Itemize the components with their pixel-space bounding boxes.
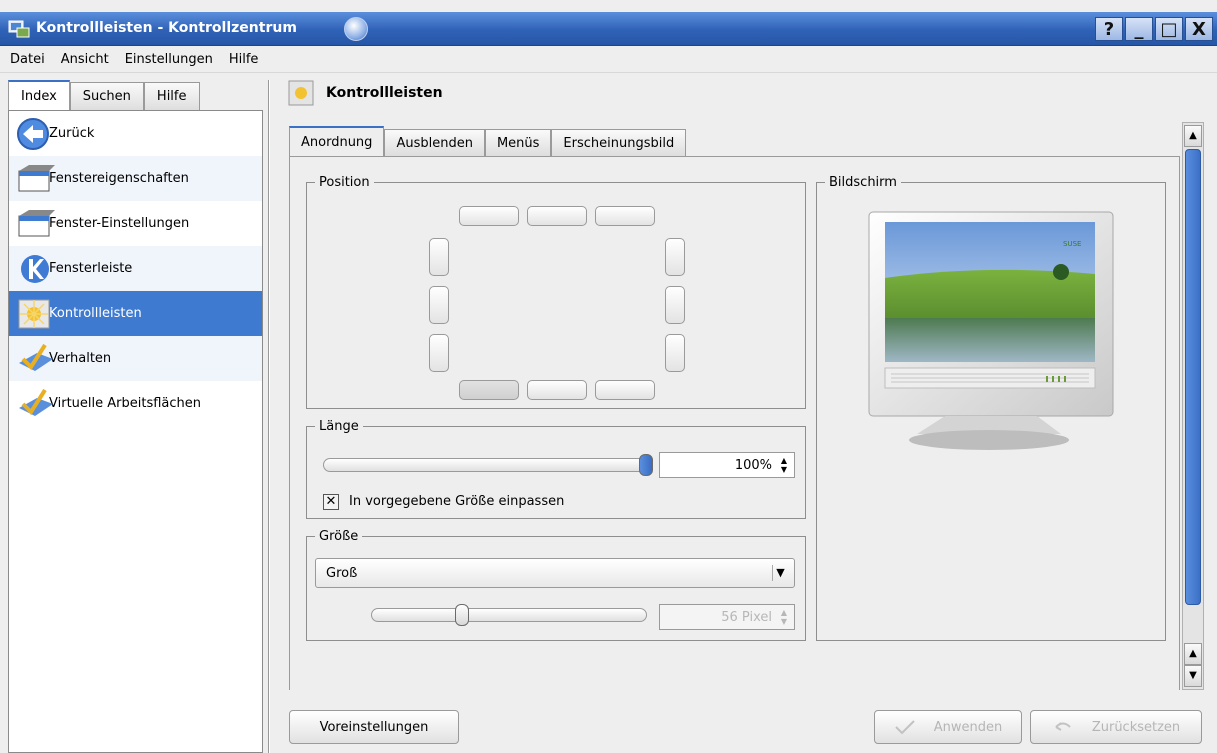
spin-arrows-icon: ▲ ▼ <box>780 608 788 626</box>
suse-logo-icon: SUSE <box>1063 240 1081 248</box>
list-item-label: Virtuelle Arbeitsflächen <box>49 396 202 411</box>
list-item-fenstereigenschaften[interactable]: Fenstereigenschaften <box>9 156 262 201</box>
groesse-legend: Größe <box>319 529 359 544</box>
zuruecksetzen-button[interactable]: Zurücksetzen <box>1030 710 1202 744</box>
anwenden-label: Anwenden <box>933 719 1003 735</box>
tab-index[interactable]: Index <box>8 80 70 110</box>
checkmark-icon <box>895 720 915 735</box>
position-legend: Position <box>319 175 370 190</box>
position-top-left[interactable] <box>459 206 519 226</box>
check-pencil-icon <box>19 343 53 371</box>
position-bottom-right[interactable] <box>595 380 655 400</box>
kde-logo-icon <box>21 254 49 283</box>
groesse-combobox[interactable]: Groß ▼ <box>315 558 795 588</box>
position-group: Position <box>306 175 806 409</box>
tab-suchen[interactable]: Suchen <box>69 82 144 110</box>
list-item-kontrollleisten[interactable]: Kontrollleisten <box>9 291 262 336</box>
back-arrow-icon <box>17 117 49 150</box>
menu-bar: Datei Ansicht Einstellungen Hilfe <box>0 47 1217 73</box>
panel-icon <box>288 80 314 106</box>
panel-splitter[interactable] <box>263 80 275 753</box>
list-item-verhalten[interactable]: Verhalten <box>9 336 262 381</box>
sticky-pin-icon[interactable] <box>344 17 368 41</box>
zuruecksetzen-label: Zurücksetzen <box>1091 719 1181 735</box>
control-center-icon <box>8 20 30 38</box>
module-list: Zurück Fenstereigenschaften Fenster-Eins… <box>8 110 263 753</box>
menu-hilfe[interactable]: Hilfe <box>229 52 259 67</box>
groesse-spinbox: 56 Pixel ▲ ▼ <box>659 604 795 630</box>
spin-arrows-icon[interactable]: ▲ ▼ <box>777 456 791 474</box>
tab-erscheinungsbild[interactable]: Erscheinungsbild <box>551 129 687 157</box>
monitor-preview: SUSE <box>868 211 1114 450</box>
chevron-down-icon: ▼ <box>772 565 788 581</box>
position-top-center[interactable] <box>527 206 587 226</box>
minimize-button[interactable]: _ <box>1125 17 1153 41</box>
tab-panel-anordnung: Position Länge 100% ▲ ▼ ✕ In vorgegebene … <box>289 156 1180 690</box>
page-header: Kontrollleisten <box>288 80 443 106</box>
list-item-zurueck[interactable]: Zurück <box>9 111 262 156</box>
help-button[interactable]: ? <box>1095 17 1123 41</box>
tab-anordnung[interactable]: Anordnung <box>289 126 385 157</box>
list-item-label: Verhalten <box>49 351 112 366</box>
window-title: Kontrollleisten - Kontrollzentrum <box>36 20 297 36</box>
left-tab-bar: Index Suchen Hilfe <box>8 80 200 110</box>
list-item-label: Fenster-Einstellungen <box>49 216 190 231</box>
laenge-spinbox[interactable]: 100% ▲ ▼ <box>659 452 795 478</box>
bildschirm-group: Bildschirm SUSE <box>816 175 1166 641</box>
settings-tab-bar: Anordnung Ausblenden Menüs Erscheinungsb… <box>289 126 687 157</box>
laenge-value: 100% <box>734 457 772 473</box>
maximize-button[interactable]: □ <box>1155 17 1183 41</box>
scrollbar-thumb[interactable] <box>1185 149 1201 605</box>
position-right-center[interactable] <box>665 286 685 324</box>
vertical-scrollbar[interactable]: ▲ ▲ ▼ <box>1182 122 1204 690</box>
window-titlebar[interactable]: Kontrollleisten - Kontrollzentrum ? _ □ … <box>0 12 1217 46</box>
undo-icon <box>1055 722 1071 731</box>
position-right-bottom[interactable] <box>665 334 685 372</box>
position-left-center[interactable] <box>429 286 449 324</box>
einpassen-checkbox[interactable]: ✕ <box>323 494 339 510</box>
list-item-label: Kontrollleisten <box>49 306 142 321</box>
position-left-bottom[interactable] <box>429 334 449 372</box>
list-item-label: Fensterleiste <box>49 261 133 276</box>
list-item-fensterleiste[interactable]: Fensterleiste <box>9 246 262 291</box>
check-pencil-icon <box>19 388 53 416</box>
voreinstellungen-label: Voreinstellungen <box>319 719 429 735</box>
position-right-top[interactable] <box>665 238 685 276</box>
menu-einstellungen[interactable]: Einstellungen <box>125 52 213 67</box>
scroll-up-icon[interactable]: ▲ <box>1184 125 1202 147</box>
scroll-up-icon[interactable]: ▲ <box>1184 643 1202 665</box>
laenge-slider-handle[interactable] <box>639 454 653 476</box>
voreinstellungen-button[interactable]: Voreinstellungen <box>289 710 459 744</box>
window-icon <box>18 209 55 236</box>
groesse-combo-value: Groß <box>326 565 358 581</box>
laenge-group: Länge 100% ▲ ▼ ✕ In vorgegebene Größe ein… <box>306 419 806 519</box>
einpassen-label[interactable]: In vorgegebene Größe einpassen <box>349 494 564 509</box>
tab-menues[interactable]: Menüs <box>484 129 552 157</box>
page-title: Kontrollleisten <box>326 85 443 101</box>
scroll-down-icon[interactable]: ▼ <box>1184 665 1202 687</box>
groesse-slider-handle[interactable] <box>454 604 469 626</box>
list-item-virtuelle-arbeitsflaechen[interactable]: Virtuelle Arbeitsflächen <box>9 381 262 426</box>
close-button[interactable]: X <box>1185 17 1213 41</box>
list-item-fenster-einstellungen[interactable]: Fenster-Einstellungen <box>9 201 262 246</box>
window-icon <box>18 164 55 191</box>
list-item-label: Fenstereigenschaften <box>49 171 189 186</box>
groesse-spin-value: 56 Pixel <box>721 609 772 625</box>
tab-ausblenden[interactable]: Ausblenden <box>384 129 485 157</box>
list-item-label: Zurück <box>49 126 95 141</box>
tab-hilfe[interactable]: Hilfe <box>143 82 200 110</box>
anwenden-button[interactable]: Anwenden <box>874 710 1022 744</box>
position-bottom-left[interactable] <box>459 380 519 400</box>
bildschirm-legend: Bildschirm <box>829 175 897 190</box>
groesse-group: Größe Groß ▼ 56 Pixel ▲ ▼ <box>306 529 806 641</box>
panel-icon <box>18 299 50 328</box>
menu-datei[interactable]: Datei <box>10 52 45 67</box>
laenge-slider-track[interactable] <box>323 458 653 472</box>
menu-ansicht[interactable]: Ansicht <box>61 52 109 67</box>
laenge-legend: Länge <box>319 419 359 434</box>
position-left-top[interactable] <box>429 238 449 276</box>
position-top-right[interactable] <box>595 206 655 226</box>
position-bottom-center[interactable] <box>527 380 587 400</box>
groesse-slider-track[interactable] <box>371 608 647 622</box>
